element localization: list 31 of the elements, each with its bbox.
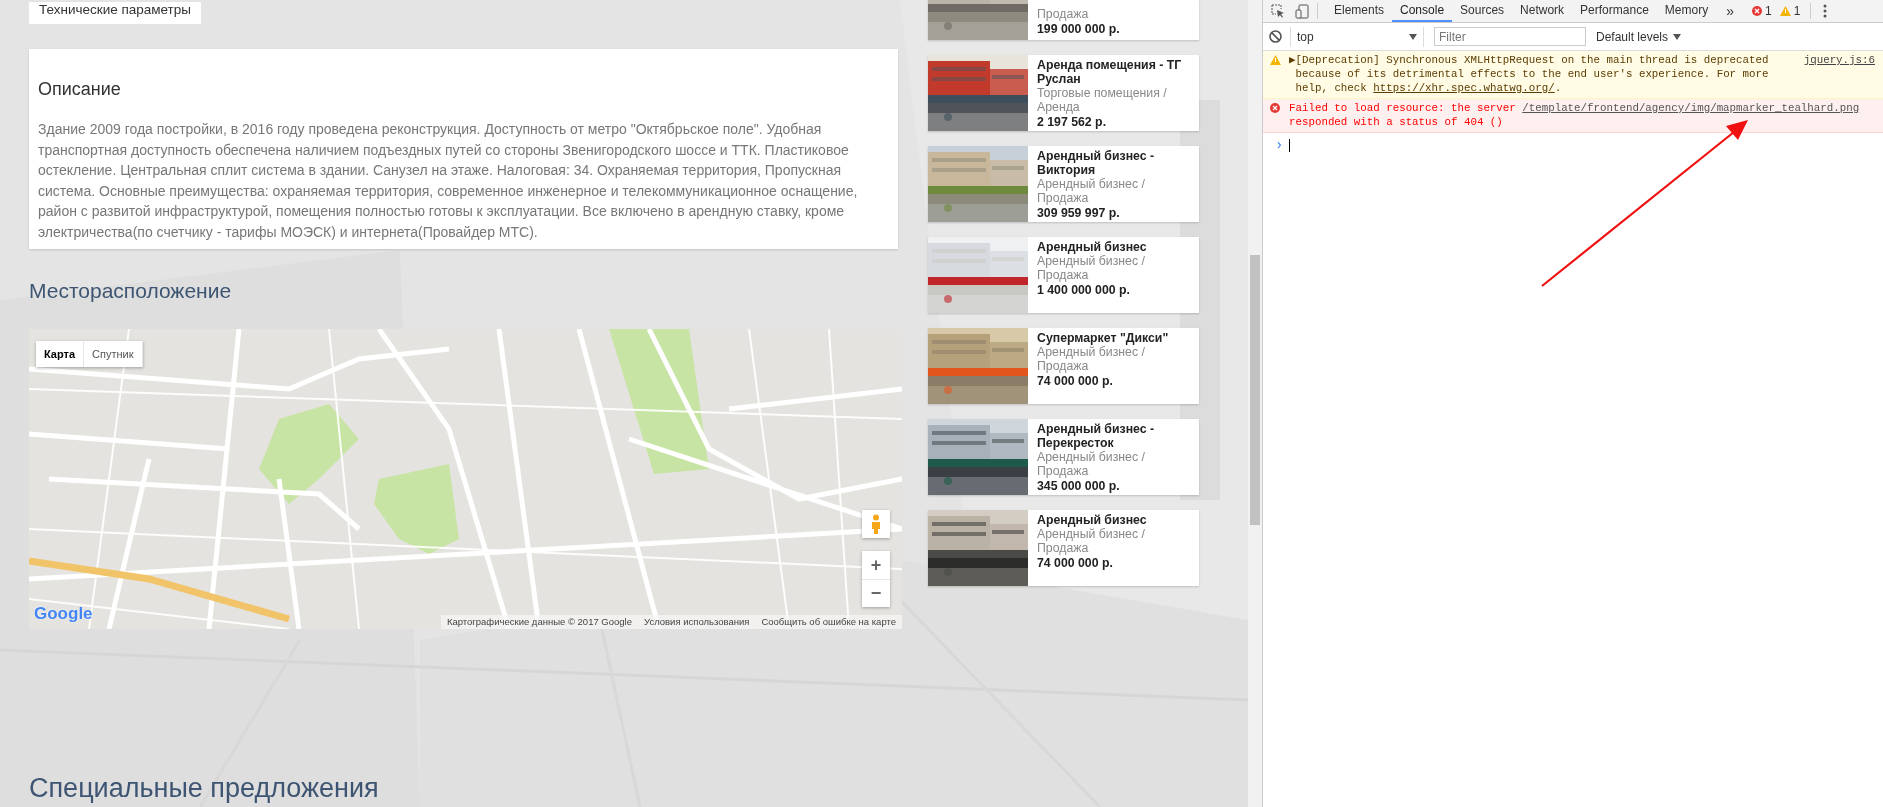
levels-dropdown[interactable]: Default levels: [1596, 29, 1682, 44]
warning-icon: [1779, 6, 1791, 16]
warning-count[interactable]: 1: [1793, 4, 1801, 18]
more-tabs-button[interactable]: »: [1716, 3, 1744, 19]
warning-icon: [1270, 55, 1281, 65]
inspect-icon[interactable]: [1271, 4, 1285, 18]
error-count[interactable]: 1: [1764, 4, 1772, 18]
prompt-icon: ›: [1275, 137, 1284, 153]
context-select[interactable]: top: [1290, 26, 1424, 47]
text-cursor: [1289, 138, 1291, 152]
error-icon: [1270, 103, 1280, 113]
message-link[interactable]: https://xhr.spec.whatwg.org/: [1373, 82, 1555, 94]
devtools-tab[interactable]: Sources: [1452, 0, 1513, 22]
message-text: [Deprecation] Synchronous XMLHttpRequest on the main thread is deprecated because of its detrimental effects to the end user's experience. For more help, check https://xhr.spec.whatwg.org/.: [1295, 53, 1770, 95]
clear-console-icon[interactable]: [1269, 30, 1282, 43]
caret-icon: [1409, 33, 1417, 40]
devtools-tab[interactable]: Elements: [1326, 0, 1393, 22]
devtools-tab[interactable]: Performance: [1572, 0, 1657, 22]
source-link[interactable]: jquery.js:6: [1803, 53, 1875, 67]
devtools-tab[interactable]: Network: [1512, 0, 1573, 22]
message-text: Failed to load resource: the server /template/frontend/agency/img/mapmarker_tealhard.png responded with a status of 404 (): [1289, 101, 1861, 129]
expand-toggle[interactable]: ▶: [1289, 53, 1296, 67]
device-icon[interactable]: [1295, 3, 1309, 19]
devtools-tab[interactable]: Console: [1392, 0, 1453, 22]
error-icon: [1751, 6, 1762, 16]
devtools-tab[interactable]: Memory: [1656, 0, 1717, 22]
caret-icon: [1673, 33, 1682, 40]
message-link[interactable]: /template/frontend/agency/img/mapmarker_tealhard.png: [1522, 102, 1860, 114]
scrollbar-thumb[interactable]: [1250, 255, 1260, 525]
filter-field[interactable]: Filter: [1434, 27, 1586, 46]
menu-icon[interactable]: [1823, 4, 1828, 18]
